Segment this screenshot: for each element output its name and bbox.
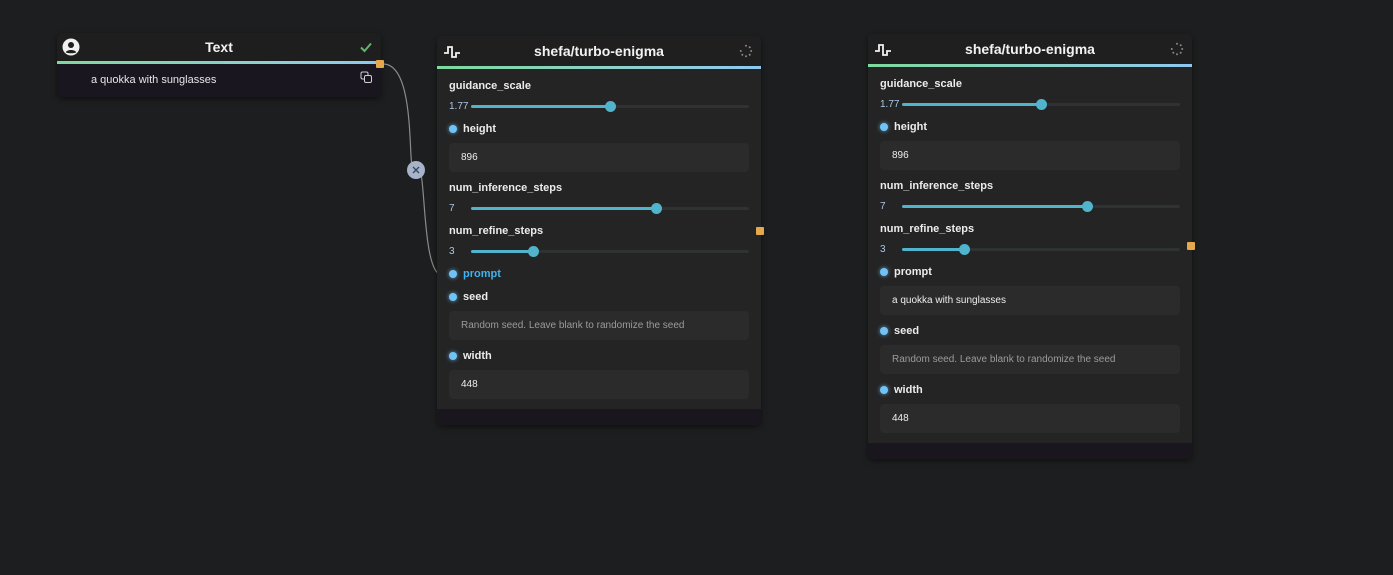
prompt-input[interactable]: a quokka with sunglasses xyxy=(880,286,1180,315)
field-label-guidance-scale: guidance_scale xyxy=(449,80,531,92)
text-value[interactable]: a quokka with sunglasses xyxy=(91,74,216,86)
input-port[interactable] xyxy=(449,352,457,360)
field-label-text: prompt xyxy=(463,268,501,280)
field-label-text: height xyxy=(894,121,927,133)
field-label-width: width xyxy=(449,349,749,363)
field-label-num-refine-steps: num_refine_steps xyxy=(449,225,544,237)
check-icon xyxy=(360,42,372,53)
slider-fill xyxy=(902,102,1041,106)
num-refine-steps-slider[interactable]: 3 xyxy=(449,244,749,258)
field-label-text: height xyxy=(463,123,496,135)
node-title: shefa/turbo-enigma xyxy=(965,41,1095,57)
output-port[interactable] xyxy=(376,60,384,68)
slider-fill xyxy=(471,104,610,108)
slider-value: 1.77 xyxy=(449,100,469,112)
slider-track[interactable] xyxy=(902,98,1180,110)
slider-value: 7 xyxy=(449,202,455,214)
slider-thumb[interactable] xyxy=(651,202,663,214)
node-title: Text xyxy=(205,39,233,55)
slider-fill xyxy=(471,206,657,210)
input-port[interactable] xyxy=(449,293,457,301)
seed-input[interactable]: Random seed. Leave blank to randomize th… xyxy=(880,345,1180,374)
width-input[interactable]: 448 xyxy=(449,370,749,399)
model-node[interactable]: shefa/turbo-enigma guidance_scale 1.77 h… xyxy=(437,36,764,425)
flow-canvas[interactable]: Text a quokka with sunglasses shefa/turb… xyxy=(0,0,1393,575)
node-body: guidance_scale 1.77 height 896 num_infer… xyxy=(868,67,1192,443)
text-node-body: a quokka with sunglasses xyxy=(57,64,381,97)
output-port[interactable] xyxy=(756,227,764,235)
seed-input[interactable]: Random seed. Leave blank to randomize th… xyxy=(449,311,749,340)
field-label-seed: seed xyxy=(880,324,1180,338)
slider-fill xyxy=(902,204,1088,208)
height-input[interactable]: 896 xyxy=(449,143,749,172)
edge-delete-button[interactable] xyxy=(407,161,425,179)
node-footer xyxy=(868,443,1192,459)
slider-thumb[interactable] xyxy=(527,245,539,257)
slider-thumb[interactable] xyxy=(1082,200,1094,212)
node-footer xyxy=(437,409,761,425)
slider-value: 3 xyxy=(449,245,455,257)
slider-track[interactable] xyxy=(471,100,749,112)
loading-spinner-icon xyxy=(1170,42,1184,56)
slider-value: 1.77 xyxy=(880,98,900,110)
num-inference-steps-slider[interactable]: 7 xyxy=(880,199,1180,213)
loading-spinner-icon xyxy=(739,44,753,58)
field-label-num-inference-steps: num_inference_steps xyxy=(449,182,563,194)
slider-track[interactable] xyxy=(471,202,749,214)
slider-track[interactable] xyxy=(471,245,749,257)
slider-thumb[interactable] xyxy=(958,243,970,255)
text-node[interactable]: Text a quokka with sunglasses xyxy=(57,33,384,97)
user-circle-icon xyxy=(62,38,80,56)
node-header[interactable]: shefa/turbo-enigma xyxy=(437,36,761,66)
field-label-num-refine-steps: num_refine_steps xyxy=(880,223,975,235)
input-port[interactable] xyxy=(880,327,888,335)
field-label-height: height xyxy=(449,122,749,136)
input-port[interactable] xyxy=(880,268,888,276)
model-node[interactable]: shefa/turbo-enigma guidance_scale 1.77 h… xyxy=(868,34,1195,459)
field-label-height: height xyxy=(880,120,1180,134)
output-port[interactable] xyxy=(1187,242,1195,250)
node-header[interactable]: shefa/turbo-enigma xyxy=(868,34,1192,64)
slider-thumb[interactable] xyxy=(605,100,616,112)
slider-fill xyxy=(471,249,533,253)
slider-track[interactable] xyxy=(902,243,1180,255)
input-port[interactable] xyxy=(880,123,888,131)
waveform-icon xyxy=(875,44,891,56)
field-label-seed: seed xyxy=(449,290,749,304)
field-label-text: seed xyxy=(463,291,489,303)
copy-icon[interactable] xyxy=(360,71,373,84)
slider-thumb[interactable] xyxy=(1036,98,1047,110)
field-label-guidance-scale: guidance_scale xyxy=(880,78,962,90)
width-input[interactable]: 448 xyxy=(880,404,1180,433)
field-label-text: prompt xyxy=(894,266,932,278)
slider-fill xyxy=(902,247,964,251)
slider-value: 3 xyxy=(880,243,886,255)
field-label-num-inference-steps: num_inference_steps xyxy=(880,180,994,192)
num-refine-steps-slider[interactable]: 3 xyxy=(880,242,1180,256)
guidance-scale-slider[interactable]: 1.77 xyxy=(880,97,1180,111)
height-input[interactable]: 896 xyxy=(880,141,1180,170)
waveform-icon xyxy=(444,46,460,58)
field-label-text: width xyxy=(463,350,492,362)
input-port[interactable] xyxy=(449,270,457,278)
num-inference-steps-slider[interactable]: 7 xyxy=(449,201,749,215)
input-port[interactable] xyxy=(449,125,457,133)
node-title: shefa/turbo-enigma xyxy=(534,43,664,59)
slider-track[interactable] xyxy=(902,200,1180,212)
guidance-scale-slider[interactable]: 1.77 xyxy=(449,99,749,113)
input-port[interactable] xyxy=(880,386,888,394)
field-label-prompt: prompt xyxy=(449,267,749,281)
field-label-prompt: prompt xyxy=(880,265,1180,279)
field-label-text: seed xyxy=(894,325,920,337)
field-label-text: width xyxy=(894,384,923,396)
field-label-width: width xyxy=(880,383,1180,397)
slider-value: 7 xyxy=(880,200,886,212)
node-header[interactable]: Text xyxy=(57,33,381,61)
node-body: guidance_scale 1.77 height 896 num_infer… xyxy=(437,69,761,409)
